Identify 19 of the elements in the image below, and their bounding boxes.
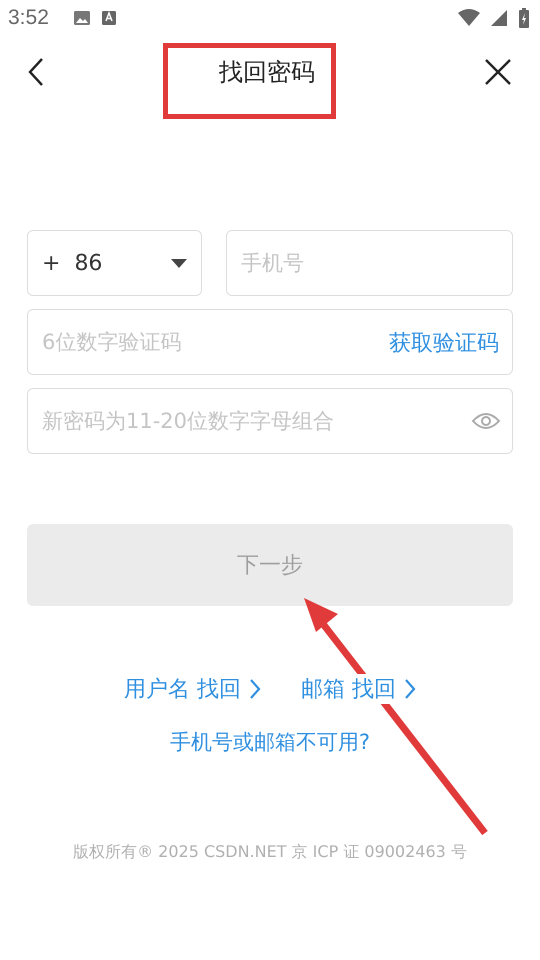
- copyright-text: 版权所有® 2025 CSDN.NET 京 ICP 证 09002463 号: [73, 842, 467, 861]
- back-icon[interactable]: [26, 56, 46, 88]
- wifi-icon: [458, 9, 480, 27]
- keyboard-icon: [100, 9, 117, 27]
- get-code-link[interactable]: 获取验证码: [389, 328, 499, 358]
- image-icon: [72, 9, 91, 27]
- close-icon[interactable]: [484, 58, 512, 86]
- status-time: 3:52: [8, 6, 49, 30]
- chevron-right-icon: [249, 678, 261, 700]
- page-title: 找回密码: [219, 57, 315, 88]
- password-input[interactable]: 新密码为11-20位数字字母组合: [27, 388, 513, 454]
- chevron-right-icon: [404, 678, 416, 700]
- recover-link[interactable]: 邮箱 找回: [301, 674, 416, 704]
- dropdown-caret-icon: [171, 258, 187, 268]
- phone-input[interactable]: 手机号: [226, 230, 513, 296]
- signal-icon: [490, 9, 508, 27]
- country-code-select[interactable]: + 86: [27, 230, 202, 296]
- battery-icon: [518, 7, 530, 29]
- help-link[interactable]: 手机号或邮箱不可用?: [170, 730, 370, 754]
